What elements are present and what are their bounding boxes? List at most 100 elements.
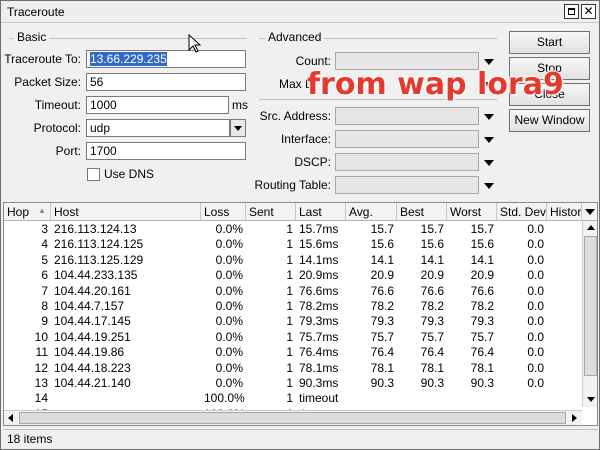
- routing-table-label: Routing Table:: [254, 178, 332, 192]
- cell-sent: 1: [286, 329, 293, 344]
- cell-history: [547, 345, 582, 360]
- cell-history: [547, 284, 582, 299]
- cell-sent: 1: [286, 391, 293, 406]
- horizontal-scrollbar[interactable]: [4, 410, 582, 425]
- cell-last: 76.4ms: [299, 345, 339, 360]
- cell-history: [547, 268, 582, 283]
- packet-size-input[interactable]: 56: [86, 73, 246, 91]
- start-button[interactable]: Start: [509, 31, 590, 54]
- cell-history: [547, 299, 582, 314]
- column-header-history[interactable]: History: [547, 203, 582, 221]
- table-row[interactable]: 8 104.44.7.157 0.0% 1 78.2ms 78.2 78.2 78.2 0.0: [4, 299, 582, 314]
- cell-best: 20.9: [420, 268, 444, 283]
- routing-table-dropdown-icon[interactable]: [482, 178, 496, 192]
- cell-last: timeout: [299, 391, 339, 406]
- cell-host: 104.44.7.157: [54, 299, 125, 313]
- cell-best: 15.6: [420, 237, 444, 252]
- protocol-select[interactable]: udp: [86, 119, 230, 137]
- cell-worst: 20.9: [470, 268, 494, 283]
- cell-loss: 0.0%: [215, 283, 243, 298]
- routing-table-input[interactable]: [335, 176, 479, 194]
- column-header-avg[interactable]: Avg.: [346, 203, 397, 221]
- cell-last: 78.1ms: [299, 360, 339, 375]
- cell-host: 216.113.125.129: [54, 252, 144, 267]
- table-row[interactable]: 4 216.113.124.125 0.0% 1 15.6ms 15.6 15.6 15.6 0…: [4, 237, 582, 252]
- use-dns-checkbox[interactable]: [87, 168, 100, 181]
- interface-dropdown-icon[interactable]: [482, 132, 496, 146]
- table-row[interactable]: 7 104.44.20.161 0.0% 1 76.6ms 76.6 76.6 76.6 0.0: [4, 284, 582, 299]
- column-header-std-dev[interactable]: Std. Dev.: [497, 203, 547, 221]
- table-row[interactable]: 10 104.44.19.251 0.0% 1 75.7ms 75.7 75.7 75.7 0.…: [4, 330, 582, 345]
- protocol-dropdown-button[interactable]: [230, 119, 246, 137]
- src-address-dropdown-icon[interactable]: [482, 109, 496, 123]
- cell-avg: 78.1: [370, 360, 394, 375]
- table-row[interactable]: 12 104.44.18.223 0.0% 1 78.1ms 78.1 78.1 78.1 0.…: [4, 361, 582, 376]
- scroll-right-icon[interactable]: [567, 411, 581, 425]
- cell-last: 15.7ms: [299, 222, 339, 236]
- column-header-host[interactable]: Host: [51, 203, 201, 221]
- title-bar[interactable]: Traceroute ✕: [1, 1, 599, 23]
- table-row[interactable]: 6 104.44.233.135 0.0% 1 20.9ms 20.9 20.9 20.9 0.…: [4, 268, 582, 283]
- vertical-scrollbar[interactable]: [582, 221, 597, 407]
- cell-history: [547, 330, 582, 345]
- scroll-down-icon[interactable]: [583, 392, 597, 406]
- table-row[interactable]: 11 104.44.19.86 0.0% 1 76.4ms 76.4 76.4 76.4 0.0: [4, 345, 582, 360]
- cell-hop: 7: [41, 283, 48, 298]
- cell-avg: 15.6: [370, 237, 394, 252]
- src-address-label: Src. Address:: [259, 109, 331, 123]
- cell-loss: 0.0%: [215, 252, 243, 267]
- cell-loss: 0.0%: [215, 299, 243, 313]
- scroll-left-icon[interactable]: [4, 411, 18, 425]
- column-header-best[interactable]: Best: [397, 203, 447, 221]
- column-header-last[interactable]: Last: [296, 203, 346, 221]
- vertical-scroll-thumb[interactable]: [584, 236, 597, 376]
- table-row[interactable]: 13 104.44.21.140 0.0% 1 90.3ms 90.3 90.3 90.3 0.…: [4, 376, 582, 391]
- results-table[interactable]: Hop ▲ Host Loss Sent Last Avg. Best Wors…: [3, 202, 598, 426]
- cell-std-dev: 0.0: [527, 299, 544, 313]
- cell-history: [547, 237, 582, 252]
- cell-hop: 6: [41, 268, 48, 283]
- cell-best: 90.3: [420, 376, 444, 390]
- table-row[interactable]: 14 100.0% 1 timeout: [4, 391, 582, 406]
- cell-worst: 75.7: [470, 329, 494, 344]
- new-window-button[interactable]: New Window: [509, 109, 590, 132]
- traceroute-window: Traceroute ✕ Basic Traceroute To: 13.66.…: [0, 0, 600, 450]
- cell-hop: 3: [41, 222, 48, 236]
- use-dns-label: Use DNS: [104, 167, 155, 181]
- table-row[interactable]: 3 216.113.124.13 0.0% 1 15.7ms 15.7 15.7 15.7 0.…: [4, 222, 582, 237]
- src-address-input[interactable]: [335, 107, 479, 125]
- interface-input[interactable]: [335, 130, 479, 148]
- port-input[interactable]: 1700: [86, 142, 246, 160]
- traceroute-to-input[interactable]: 13.66.229.235: [86, 50, 246, 68]
- column-header-loss[interactable]: Loss: [201, 203, 246, 221]
- cell-loss: 0.0%: [215, 314, 243, 329]
- restore-button[interactable]: [564, 4, 579, 19]
- table-row[interactable]: 5 216.113.125.129 0.0% 1 14.1ms 14.1 14.1 14.1 0…: [4, 253, 582, 268]
- timeout-input[interactable]: 1000: [86, 96, 229, 114]
- column-header-worst[interactable]: Worst: [447, 203, 497, 221]
- cell-std-dev: 0.0: [527, 222, 544, 236]
- scroll-up-icon[interactable]: [583, 221, 597, 235]
- column-header-sent[interactable]: Sent: [246, 203, 296, 221]
- dscp-input[interactable]: [335, 153, 479, 171]
- dscp-dropdown-icon[interactable]: [482, 155, 496, 169]
- count-dropdown-icon[interactable]: [482, 54, 496, 68]
- horizontal-scroll-thumb[interactable]: [19, 412, 566, 424]
- cell-host: 104.44.20.161: [54, 283, 131, 298]
- table-row[interactable]: 9 104.44.17.145 0.0% 1 79.3ms 79.3 79.3 79.3 0.0: [4, 314, 582, 329]
- dscp-label: DSCP:: [294, 155, 331, 169]
- cell-avg: 76.6: [370, 283, 394, 298]
- port-label: Port:: [55, 144, 81, 158]
- cell-std-dev: 0.0: [527, 345, 544, 360]
- cell-worst: 79.3: [470, 314, 494, 329]
- column-chooser-button[interactable]: [582, 203, 597, 221]
- cell-std-dev: 0.0: [527, 283, 544, 298]
- column-chooser-icon: [583, 204, 597, 218]
- cell-worst: 15.6: [470, 237, 494, 252]
- cell-sent: 1: [286, 252, 293, 267]
- cell-avg: 78.2: [370, 299, 394, 313]
- cell-hop: 4: [41, 237, 48, 252]
- cell-worst: 15.7: [470, 222, 494, 236]
- protocol-label: Protocol:: [33, 121, 81, 135]
- close-window-button[interactable]: ✕: [581, 4, 596, 19]
